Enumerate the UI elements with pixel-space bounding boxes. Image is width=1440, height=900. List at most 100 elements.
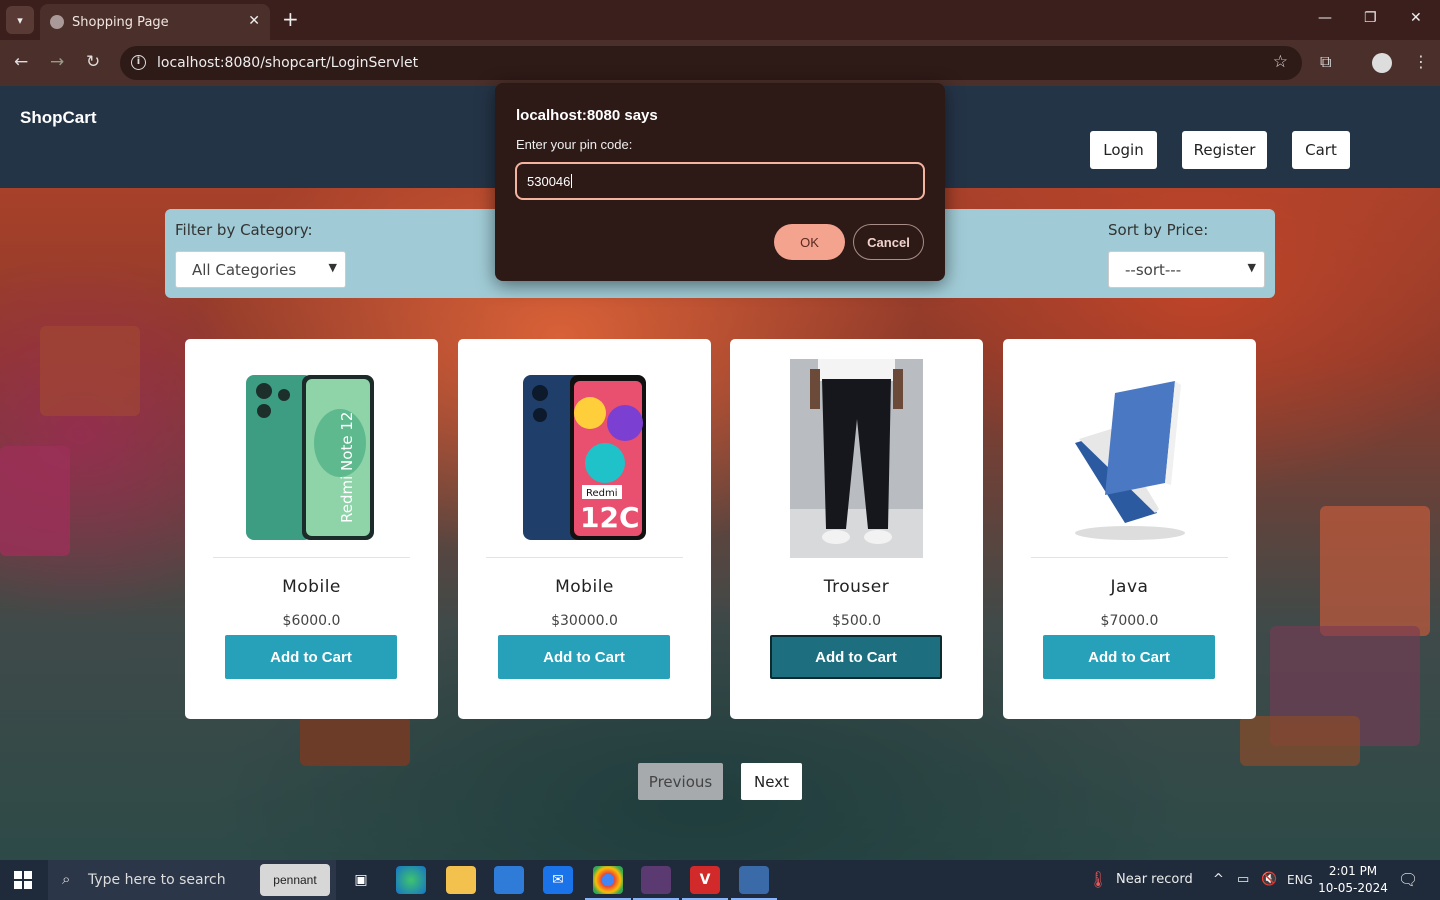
product-image: Redmi Note 12 [213, 359, 410, 558]
product-image [1031, 359, 1228, 558]
green-phone-image: Redmi Note 12 [245, 375, 374, 540]
speaker-mute-icon[interactable]: 🔇 [1261, 872, 1277, 887]
product-name: Mobile [282, 577, 341, 597]
chrome-icon[interactable] [585, 866, 631, 900]
category-select-value: All Categories [192, 260, 297, 279]
product-name: Trouser [823, 577, 890, 597]
product-card: Java $7000.0 Add to Cart [1003, 339, 1256, 719]
blue-phone-image: Redmi 12C [522, 375, 646, 540]
dialog-title: localhost:8080 says [516, 107, 658, 124]
profile-avatar-icon[interactable] [1372, 53, 1392, 73]
network-icon[interactable]: ▭ [1237, 872, 1249, 887]
weather-text[interactable]: Near record [1116, 872, 1193, 887]
category-select[interactable]: All Categories ▼ [175, 251, 346, 288]
app-icon[interactable]: V [682, 866, 728, 900]
sort-select-value: --sort--- [1125, 260, 1182, 279]
menu-dots-icon[interactable]: ⋮ [1413, 52, 1429, 71]
product-image: Redmi 12C [486, 359, 683, 558]
chevron-down-icon: ▼ [1247, 261, 1256, 274]
minimize-icon[interactable]: — [1318, 10, 1332, 26]
category-filter-label: Filter by Category: [175, 221, 313, 239]
extensions-icon[interactable]: ⧉ [1320, 52, 1331, 72]
restore-icon[interactable]: ❐ [1364, 10, 1377, 26]
add-to-cart-button[interactable]: Add to Cart [225, 635, 397, 679]
register-button[interactable]: Register [1182, 131, 1267, 169]
product-price: $6000.0 [282, 613, 341, 629]
sort-select[interactable]: --sort--- ▼ [1108, 251, 1265, 288]
pin-code-input[interactable]: 530046 [515, 162, 925, 200]
thermometer-icon: 🌡 [1088, 870, 1109, 889]
tab-search-button[interactable]: ▾ [6, 6, 34, 34]
previous-page-button[interactable]: Previous [638, 763, 723, 800]
background-block [0, 446, 70, 556]
add-to-cart-button[interactable]: Add to Cart [1043, 635, 1215, 679]
clock-time: 2:01 PM [1328, 864, 1378, 878]
sort-label: Sort by Price: [1108, 221, 1209, 239]
close-window-icon[interactable]: ✕ [1410, 10, 1422, 26]
trouser-image [790, 359, 923, 558]
svg-text:12C: 12C [580, 501, 640, 534]
app-icon[interactable] [633, 866, 679, 900]
next-page-button[interactable]: Next [741, 763, 802, 800]
add-to-cart-button[interactable]: Add to Cart [770, 635, 942, 679]
microsoft-store-icon[interactable] [494, 866, 524, 894]
dialog-message: Enter your pin code: [516, 137, 633, 152]
postgresql-icon[interactable] [731, 866, 777, 900]
back-icon[interactable]: ← [14, 52, 28, 72]
pin-code-value: 530046 [527, 173, 571, 189]
cart-button[interactable]: Cart [1292, 131, 1350, 169]
reload-icon[interactable]: ↻ [86, 52, 100, 72]
add-to-cart-button[interactable]: Add to Cart [498, 635, 670, 679]
task-view-icon[interactable]: ▣ [346, 866, 376, 894]
taskbar-search-placeholder: Type here to search [88, 872, 226, 888]
cancel-button[interactable]: Cancel [853, 224, 924, 260]
forward-icon[interactable]: → [50, 52, 64, 72]
browser-tab[interactable]: Shopping Page ✕ [40, 4, 270, 40]
windows-start-icon[interactable] [14, 871, 32, 889]
book-image [1074, 381, 1185, 540]
product-image [758, 359, 955, 558]
site-brand[interactable]: ShopCart [20, 108, 97, 128]
new-tab-button[interactable]: + [282, 8, 299, 30]
site-info-icon[interactable]: i [131, 55, 146, 70]
file-explorer-icon[interactable] [446, 866, 476, 894]
text-cursor [571, 174, 573, 188]
login-button[interactable]: Login [1090, 131, 1157, 169]
taskbar-search[interactable]: ⌕ Type here to search pennant [48, 860, 336, 900]
svg-text:Redmi: Redmi [586, 488, 618, 499]
browser-toolbar: ← → ↻ i localhost:8080/shopcart/LoginSer… [0, 40, 1440, 86]
mail-icon[interactable]: ✉ [543, 866, 573, 894]
edge-browser-icon[interactable] [396, 866, 426, 894]
product-price: $500.0 [832, 613, 881, 629]
product-card: Trouser $500.0 Add to Cart [730, 339, 983, 719]
background-block [1320, 506, 1430, 636]
taskbar: ⌕ Type here to search pennant ▣ ✉ V 🌡 Ne… [0, 860, 1440, 900]
notifications-icon[interactable]: 🗨 [1398, 870, 1418, 889]
product-name: Mobile [555, 577, 614, 597]
language-indicator[interactable]: ENG [1287, 873, 1313, 887]
product-card: Redmi Note 12 Mobile $6000.0 Add to Cart [185, 339, 438, 719]
search-highlight-badge[interactable]: pennant [260, 864, 330, 896]
background-block [40, 326, 140, 416]
product-name: Java [1110, 577, 1149, 597]
product-card: Redmi 12C Mobile $30000.0 Add to Cart [458, 339, 711, 719]
product-price: $7000.0 [1100, 613, 1159, 629]
ok-button[interactable]: OK [774, 224, 845, 260]
browser-tab-strip: ▾ Shopping Page ✕ + — ❐ ✕ [0, 0, 1440, 40]
bookmark-star-icon[interactable]: ☆ [1273, 52, 1288, 72]
globe-icon [50, 15, 64, 29]
address-bar[interactable]: i localhost:8080/shopcart/LoginServlet ☆ [120, 46, 1302, 80]
clock[interactable]: 2:01 PM 10-05-2024 [1318, 863, 1388, 897]
chevron-down-icon: ▼ [328, 261, 337, 274]
background-block [1240, 716, 1360, 766]
clock-date: 10-05-2024 [1318, 881, 1388, 895]
chevron-up-icon[interactable]: ^ [1213, 872, 1224, 887]
background-block [300, 716, 410, 766]
url-text: localhost:8080/shopcart/LoginServlet [157, 55, 419, 71]
search-icon: ⌕ [62, 870, 71, 888]
svg-text:Redmi Note 12: Redmi Note 12 [338, 412, 356, 523]
close-tab-icon[interactable]: ✕ [248, 13, 260, 29]
tab-title: Shopping Page [72, 14, 169, 30]
prompt-dialog: localhost:8080 says Enter your pin code:… [495, 83, 945, 281]
product-price: $30000.0 [551, 613, 618, 629]
